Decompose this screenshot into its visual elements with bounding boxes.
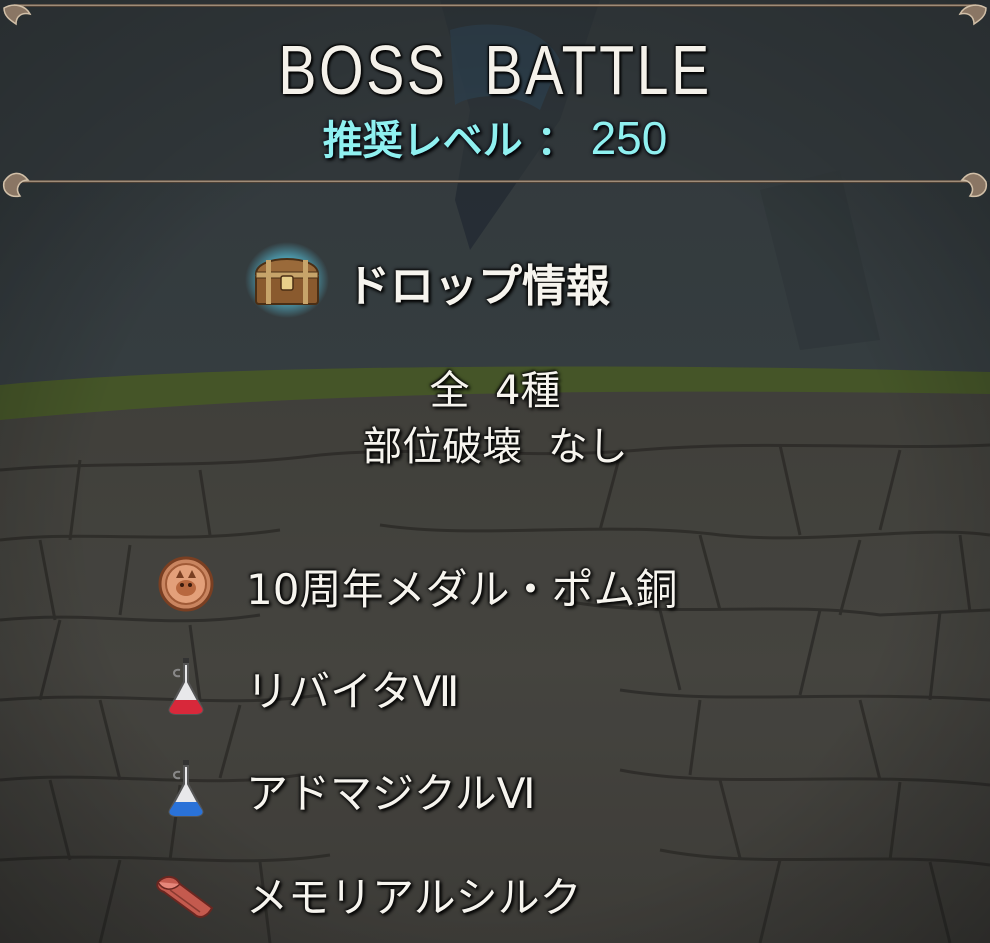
divider-frame-border bbox=[14, 180, 976, 183]
drop-item: 10周年メダル・ポム銅 bbox=[150, 548, 910, 620]
top-frame-border bbox=[14, 4, 976, 7]
drop-item-name: メモリアルシルク bbox=[246, 873, 582, 922]
drop-item-name: アドマジクルⅥ bbox=[246, 769, 536, 818]
drop-total-count: 全 4種 bbox=[429, 368, 561, 414]
drop-item: リバイタⅦ bbox=[150, 650, 910, 722]
drop-item: メモリアルシルク bbox=[150, 856, 910, 928]
corner-ornament-icon bbox=[3, 4, 32, 26]
treasure-chest-icon bbox=[245, 242, 329, 318]
corner-ornament-icon bbox=[960, 172, 988, 198]
corner-ornament-icon bbox=[2, 172, 30, 198]
drop-item-name: リバイタⅦ bbox=[246, 667, 460, 716]
medal-icon bbox=[158, 556, 214, 612]
red-potion-icon bbox=[168, 658, 204, 715]
corner-ornament-icon bbox=[958, 4, 987, 26]
drop-item-name: 10周年メダル・ポム銅 bbox=[246, 565, 678, 614]
recommended-level: 推奨レベル ： 250 bbox=[0, 108, 990, 166]
silk-cloth-icon bbox=[156, 876, 214, 918]
part-break-info: 部位破壊 なし bbox=[362, 424, 628, 470]
recommended-level-value: 250 bbox=[590, 112, 668, 164]
boss-battle-title: BOSS BATTLE bbox=[278, 31, 712, 109]
recommended-level-label: 推奨レベル ： bbox=[322, 118, 577, 164]
drop-info-title: ドロップ情報 bbox=[346, 261, 610, 312]
drop-item: アドマジクルⅥ bbox=[150, 752, 910, 824]
blue-potion-icon bbox=[168, 760, 204, 817]
